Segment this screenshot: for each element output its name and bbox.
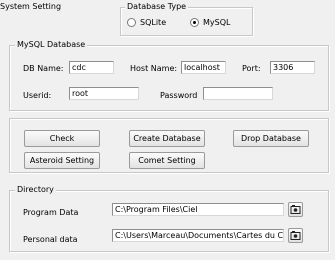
mysql-radio[interactable]: [190, 18, 199, 27]
folder-browse-icon: [290, 205, 301, 214]
program-data-browse-button[interactable]: [288, 202, 303, 217]
password-label: Password: [160, 91, 198, 100]
folder-browse-icon: [290, 231, 301, 240]
program-data-label: Program Data: [23, 208, 79, 217]
radio-selected-dot: [193, 21, 196, 24]
personal-data-field[interactable]: C:\Users\Marceau\Documents\Cartes du Cie…: [112, 229, 284, 242]
password-field[interactable]: [203, 87, 273, 100]
directory-legend: Directory: [15, 185, 56, 195]
program-data-field[interactable]: C:\Program Files\Ciel: [112, 203, 284, 216]
mysql-label[interactable]: MySQL: [203, 17, 230, 28]
userid-label: Userid:: [23, 91, 52, 100]
database-type-legend: Database Type: [125, 2, 189, 12]
port-label: Port:: [242, 64, 261, 73]
asteroid-setting-button[interactable]: Asteroid Setting: [24, 152, 100, 169]
db-name-label: DB Name:: [23, 64, 64, 73]
check-button[interactable]: Check: [24, 130, 100, 147]
mysql-database-legend: MySQL Database: [15, 40, 88, 50]
comet-setting-button[interactable]: Comet Setting: [129, 152, 205, 169]
drop-database-button[interactable]: Drop Database: [233, 130, 309, 147]
port-field[interactable]: 3306: [270, 61, 315, 74]
userid-field[interactable]: root: [69, 87, 139, 100]
host-name-field[interactable]: localhost: [181, 61, 226, 74]
personal-data-label: Personal data: [23, 235, 78, 244]
sqlite-radio[interactable]: [127, 18, 136, 27]
create-database-button[interactable]: Create Database: [129, 130, 205, 147]
personal-data-browse-button[interactable]: [288, 228, 303, 243]
mysql-database-group: [9, 45, 329, 111]
sqlite-label[interactable]: SQLite: [140, 17, 166, 28]
host-name-label: Host Name:: [130, 64, 178, 73]
page-title: System Setting: [0, 2, 62, 11]
db-name-field[interactable]: cdc: [69, 61, 114, 74]
